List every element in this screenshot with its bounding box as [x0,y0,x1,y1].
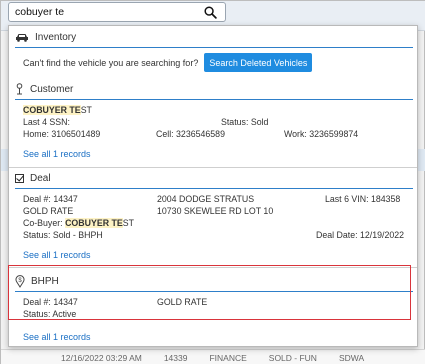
global-search-box[interactable] [8,2,226,22]
customer-phones-row: Home: 3106501489 Cell: 3236546589 Work: … [15,128,413,140]
bg-row-status: SOLD - FUN [268,352,317,363]
bhph-row-1[interactable]: Deal #: 14347 GOLD RATE [15,296,413,308]
checkbox-icon [15,173,24,183]
person-pin-icon [16,83,23,95]
search-input[interactable] [15,6,200,18]
search-results-dropdown: Inventory Can't find the vehicle you are… [8,25,418,347]
customer-section: Customer COBUYER TEST Last 4 SSN: Status… [15,81,413,159]
search-deleted-vehicles-button[interactable]: Search Deleted Vehicles [204,53,313,72]
deal-status: Status: Sold - BHPH [23,230,103,240]
bg-row-type: FINANCE [209,352,247,363]
svg-text:$: $ [18,278,22,284]
bhph-see-all-link[interactable]: See all 1 records [23,332,91,342]
background-table-row[interactable]: 12/16/2022 03:29 AM 14339 FINANCE SOLD -… [1,349,425,364]
customer-see-all-link[interactable]: See all 1 records [23,149,91,159]
customer-deal-separator [9,167,417,168]
bhph-row-2: Status: Active [15,308,413,320]
search-icon[interactable] [204,6,217,19]
deal-row-2: GOLD RATE 10730 SKEWLEE RD LOT 10 [15,205,413,217]
customer-name-rest: ST [80,105,92,115]
customer-last4-ssn: Last 4 SSN: [23,117,70,127]
customer-divider [15,99,413,100]
customer-name-row[interactable]: COBUYER TEST [15,104,413,116]
bg-row-date: 12/16/2022 03:29 AM [61,352,142,363]
dollar-pin-icon: $ [15,274,25,288]
bhph-section: $ BHPH Deal #: 14347 GOLD RATE Status: A… [15,273,413,342]
deal-number: Deal #: 14347 [23,194,78,204]
customer-cell-phone: Cell: 3236546589 [156,129,225,139]
deal-section: Deal Deal #: 14347 2004 DODGE STRATUS La… [15,170,413,260]
deal-vehicle: 2004 DODGE STRATUS [157,194,255,204]
deal-bhph-separator [9,267,417,268]
deal-row-4: Status: Sold - BHPH Deal Date: 12/19/202… [15,229,413,241]
deal-row-3: Co-Buyer: COBUYER TEST [15,217,413,229]
customer-status: Status: Sold [221,117,269,127]
deal-see-all-link[interactable]: See all 1 records [23,250,91,260]
bhph-status: Status: Active [23,309,77,319]
deal-divider [15,188,413,189]
deal-date: Deal Date: 12/19/2022 [316,230,405,240]
customer-work-phone: Work: 3236599874 [284,129,359,139]
cant-find-text: Can't find the vehicle you are searching… [23,57,199,68]
deal-row-1[interactable]: Deal #: 14347 2004 DODGE STRATUS Last 6 … [15,193,413,205]
car-icon [16,33,28,42]
cant-find-row: Can't find the vehicle you are searching… [23,53,313,72]
customer-ssn-row: Last 4 SSN: Status: Sold [15,116,413,128]
deal-cobuyer-highlight: COBUYER TE [65,218,123,228]
deal-vin: Last 6 VIN: 184358 [325,194,401,204]
customer-home-phone: Home: 3106501489 [23,129,101,139]
bhph-divider [15,291,413,292]
deal-rate: GOLD RATE [23,206,74,216]
deal-cobuyer-rest: ST [122,218,134,228]
deal-title: Deal [30,172,51,184]
inventory-divider [15,47,413,48]
bhph-title: BHPH [31,275,59,287]
customer-title: Customer [30,83,74,95]
bg-row-number: 14339 [163,352,188,363]
bhph-rate: GOLD RATE [157,297,208,307]
deal-header: Deal [15,170,413,186]
deal-cobuyer-label: Co-Buyer: [23,218,63,228]
inventory-header: Inventory [15,29,413,45]
customer-name-highlight: COBUYER TE [23,105,81,115]
bg-row-code: SDWA [338,352,365,363]
bhph-header: $ BHPH [15,273,413,289]
deal-address: 10730 SKEWLEE RD LOT 10 [157,206,274,216]
bhph-deal-number: Deal #: 14347 [23,297,78,307]
customer-header: Customer [15,81,413,97]
inventory-title: Inventory [35,31,77,43]
inventory-section: Inventory [15,29,413,52]
